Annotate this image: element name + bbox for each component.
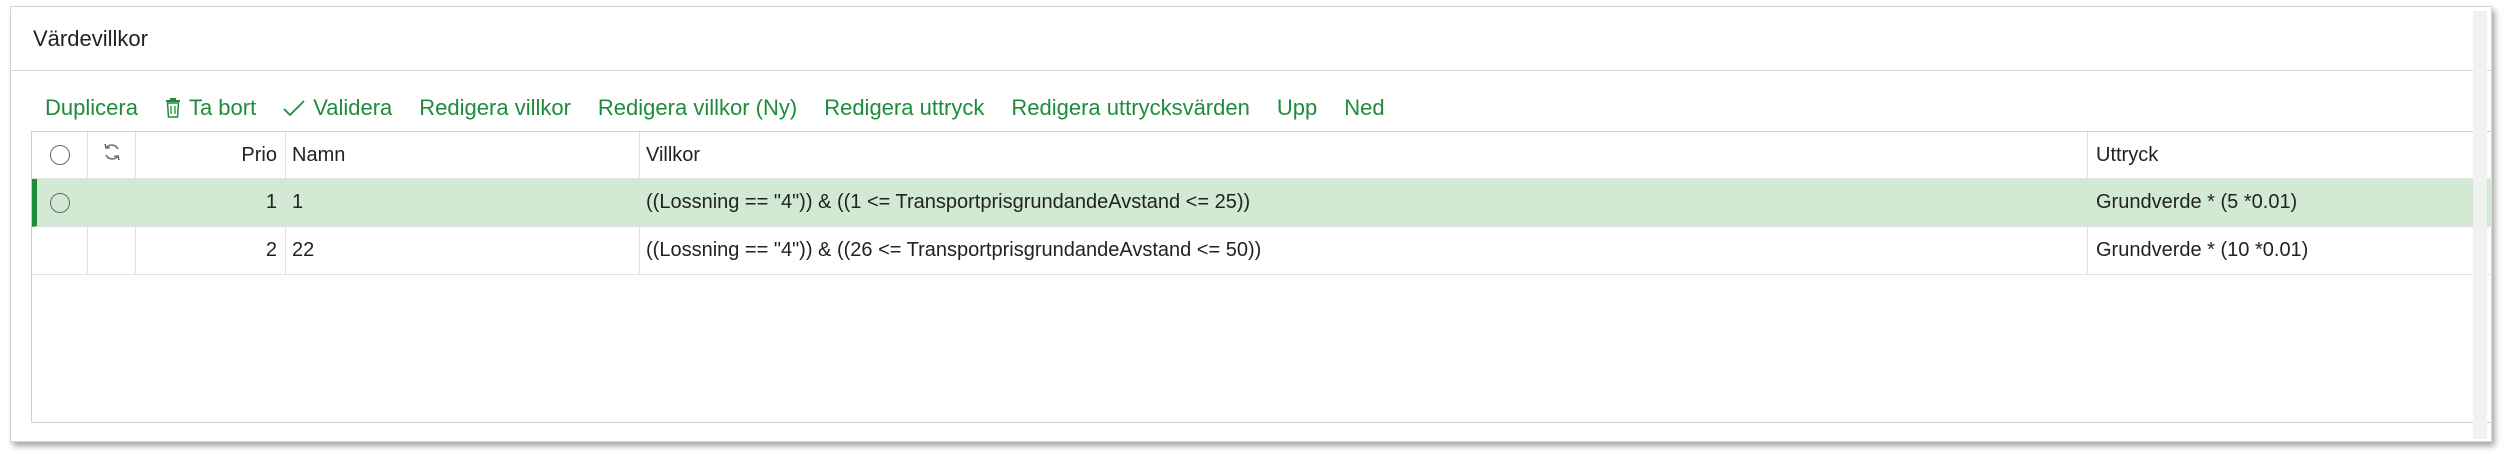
cell-villkor: ((Lossning == "4")) & ((1 <= Transportpr… xyxy=(640,179,2088,226)
duplicate-label: Duplicera xyxy=(45,95,138,120)
row-refresh-cell xyxy=(88,227,136,274)
edit-expression-values-button[interactable]: Redigera uttrycksvärden xyxy=(1011,95,1249,121)
toolbar: Duplicera Ta bort Validera Redigera vill… xyxy=(45,91,1412,125)
trash-icon xyxy=(165,98,181,118)
cell-uttryck: Grundverde * (10 *0.01) xyxy=(2096,239,2309,261)
move-down-button[interactable]: Ned xyxy=(1344,95,1384,121)
table-row[interactable]: 2 22 ((Lossning == "4")) & ((26 <= Trans… xyxy=(32,227,2492,275)
edit-expression-label: Redigera uttryck xyxy=(824,95,985,120)
column-header-villkor[interactable]: Villkor xyxy=(640,132,2088,178)
row-select-cell[interactable] xyxy=(32,227,88,274)
edit-expression-values-label: Redigera uttrycksvärden xyxy=(1011,95,1250,120)
table-row[interactable]: 1 1 ((Lossning == "4")) & ((1 <= Transpo… xyxy=(32,179,2492,227)
delete-label: Ta bort xyxy=(188,95,257,120)
row-select-cell[interactable] xyxy=(32,179,88,226)
checkmark-icon xyxy=(283,99,305,117)
edit-condition-label: Redigera villkor xyxy=(419,95,571,120)
column-header-prio[interactable]: Prio xyxy=(136,132,286,178)
row-refresh-cell xyxy=(88,179,136,226)
panel-title: Värdevillkor xyxy=(11,7,2491,71)
cell-prio: 2 xyxy=(136,227,286,274)
vertical-scrollbar[interactable] xyxy=(2473,11,2487,439)
cell-namn: 22 xyxy=(286,227,640,274)
refresh-cell[interactable] xyxy=(88,132,136,178)
column-header-namn[interactable]: Namn xyxy=(286,132,640,178)
cell-villkor: ((Lossning == "4")) & ((26 <= Transportp… xyxy=(640,227,2088,274)
cell-uttryck: Grundverde * (5 *0.01) xyxy=(2096,191,2298,213)
conditions-grid: Prio Namn Villkor Uttryck 1 1 ((Lossning… xyxy=(31,131,2492,423)
move-up-label: Upp xyxy=(1276,95,1318,120)
validate-button[interactable]: Validera xyxy=(283,95,392,121)
select-all-cell[interactable] xyxy=(32,132,88,178)
refresh-icon[interactable] xyxy=(102,142,122,168)
edit-condition-new-button[interactable]: Redigera villkor (Ny) xyxy=(598,95,797,121)
move-up-button[interactable]: Upp xyxy=(1277,95,1317,121)
duplicate-button[interactable]: Duplicera xyxy=(45,95,138,121)
cell-namn: 1 xyxy=(286,179,640,226)
conditions-panel: Värdevillkor Duplicera Ta bort Validera … xyxy=(10,6,2492,442)
table-header-row: Prio Namn Villkor Uttryck xyxy=(32,132,2492,179)
cell-prio: 1 xyxy=(136,179,286,226)
column-header-uttryck[interactable]: Uttryck xyxy=(2088,132,2492,178)
edit-expression-button[interactable]: Redigera uttryck xyxy=(824,95,984,121)
edit-condition-new-label: Redigera villkor (Ny) xyxy=(597,95,798,120)
row-select-radio-icon[interactable] xyxy=(49,192,70,213)
delete-button[interactable]: Ta bort xyxy=(165,95,256,121)
move-down-label: Ned xyxy=(1344,95,1385,120)
validate-label: Validera xyxy=(313,95,393,120)
edit-condition-button[interactable]: Redigera villkor xyxy=(419,95,571,121)
select-all-radio-icon[interactable] xyxy=(49,145,70,165)
